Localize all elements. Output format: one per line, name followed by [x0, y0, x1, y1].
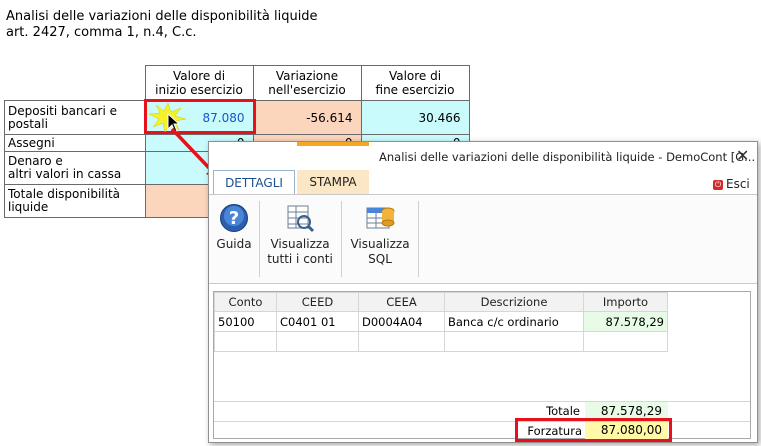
highlight-forzatura — [515, 418, 672, 442]
col-header-end: Valore di fine esercizio — [360, 65, 470, 101]
totale-label: Totale — [546, 404, 580, 418]
guida-label: Guida — [216, 237, 252, 251]
table-row[interactable]: 50100 C0401 01 D0004A04 Banca c/c ordina… — [214, 311, 668, 332]
col-header-ceed[interactable]: CEED — [276, 292, 359, 312]
visualizza-sql-label-1: Visualizza — [350, 237, 410, 251]
svg-text:?: ? — [229, 208, 239, 229]
table-header-row: Conto CEED CEEA Descrizione Importo — [214, 292, 668, 312]
dialog-title: Analisi delle variazioni delle disponibi… — [379, 150, 756, 164]
close-icon[interactable]: ✕ — [736, 146, 749, 165]
visualizza-tutti-label-1: Visualizza — [270, 237, 330, 251]
help-icon: ? — [220, 204, 248, 232]
tab-stampa[interactable]: STAMPA — [297, 170, 369, 194]
col-header-conto[interactable]: Conto — [214, 292, 277, 312]
totals-divider — [214, 401, 750, 402]
ribbon-separator — [259, 201, 260, 277]
exit-icon: ⏻ — [713, 180, 723, 190]
cell-conto[interactable]: 50100 — [214, 311, 277, 332]
tab-indicator — [297, 142, 369, 146]
row-label-assegni: Assegni — [4, 134, 146, 152]
cell-depositi-change[interactable]: -56.614 — [252, 100, 362, 135]
col-header-change: Variazione nell'esercizio — [252, 65, 362, 101]
details-dialog: Analisi delle variazioni delle disponibi… — [208, 141, 758, 443]
cell-ceed[interactable]: C0401 01 — [276, 311, 359, 332]
col-header-ceea[interactable]: CEEA — [358, 292, 445, 312]
visualizza-tutti-button[interactable]: Visualizza tutti i conti — [263, 203, 337, 267]
ribbon-toolbar: ? Guida Visualizza tutti i conti Visuali… — [209, 194, 757, 284]
visualizza-sql-button[interactable]: Visualizza SQL — [345, 203, 415, 267]
tab-dettagli[interactable]: DETTAGLI — [213, 170, 295, 195]
report-title: Analisi delle variazioni delle disponibi… — [6, 9, 318, 24]
cell-empty[interactable] — [214, 331, 277, 352]
cell-descrizione[interactable]: Banca c/c ordinario — [444, 311, 584, 332]
cell-empty[interactable] — [358, 331, 445, 352]
esci-label: Esci — [726, 177, 750, 191]
ribbon-separator — [418, 201, 419, 277]
report-header: Analisi delle variazioni delle disponibi… — [6, 9, 318, 41]
ribbon-separator — [341, 201, 342, 277]
accounts-grid: Conto CEED CEEA Descrizione Importo 5010… — [213, 291, 751, 439]
cell-empty[interactable] — [444, 331, 584, 352]
row-label-denaro: Denaro e altri valori in cassa — [4, 151, 146, 185]
col-header-start: Valore di inizio esercizio — [144, 65, 254, 101]
esci-button[interactable]: ⏻ Esci — [713, 177, 750, 191]
cell-depositi-end[interactable]: 30.466 — [360, 100, 470, 135]
sql-table-icon — [366, 207, 395, 229]
visualizza-tutti-label-2: tutti i conti — [267, 252, 333, 266]
row-label-totale: Totale disponibilità liquide — [4, 184, 146, 218]
guida-button[interactable]: ? Guida — [213, 203, 255, 252]
col-header-importo[interactable]: Importo — [583, 292, 668, 312]
report-subtitle: art. 2427, comma 1, n.4, C.c. — [6, 25, 197, 40]
table-search-icon — [287, 205, 315, 233]
empty-corner — [4, 65, 146, 101]
row-label-depositi: Depositi bancari e postali — [4, 100, 146, 135]
accounts-table: Conto CEED CEEA Descrizione Importo 5010… — [214, 292, 668, 352]
table-row-empty[interactable] — [214, 331, 668, 352]
cell-importo[interactable]: 87.578,29 — [583, 311, 668, 332]
col-header-descrizione[interactable]: Descrizione — [444, 292, 584, 312]
cell-ceea[interactable]: D0004A04 — [358, 311, 445, 332]
visualizza-sql-label-2: SQL — [368, 252, 392, 266]
cell-empty[interactable] — [583, 331, 668, 352]
cell-empty[interactable] — [276, 331, 359, 352]
